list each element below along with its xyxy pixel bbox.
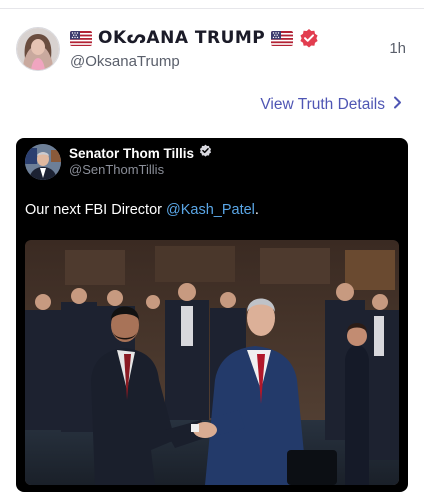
author-display-name[interactable]: OKᔕANA TRUMP (98, 28, 265, 48)
embed-photo[interactable] (25, 240, 399, 485)
chevron-right-icon (393, 96, 402, 114)
author-handle[interactable]: @OksanaTrump (70, 53, 180, 70)
view-truth-details-label: View Truth Details (260, 96, 385, 113)
embed-text-suffix: . (254, 202, 259, 218)
embed-avatar (25, 144, 61, 180)
verified-badge-icon (299, 28, 319, 48)
embed-mention-link[interactable]: @Kash_Patel (166, 202, 255, 218)
embed-author-handle[interactable]: @SenThomTillis (69, 162, 164, 177)
avatar[interactable] (16, 27, 60, 71)
verified-badge-icon (199, 144, 212, 162)
top-divider (0, 8, 424, 9)
embed-author-name[interactable]: Senator Thom Tillis (69, 146, 194, 161)
view-truth-details-link[interactable]: View Truth Details (260, 96, 402, 114)
us-flag-icon (70, 30, 92, 46)
us-flag-icon (271, 30, 294, 46)
embedded-post-card[interactable]: Senator Thom Tillis @SenThomTillis Our n… (16, 138, 408, 492)
embed-post-text: Our next FBI Director @Kash_Patel. (25, 202, 259, 218)
author-name-row: OKᔕANA TRUMP (70, 25, 319, 51)
embed-name-row: Senator Thom Tillis (69, 144, 212, 162)
post-timestamp: 1h (389, 40, 406, 57)
embed-text-prefix: Our next FBI Director (25, 202, 167, 218)
